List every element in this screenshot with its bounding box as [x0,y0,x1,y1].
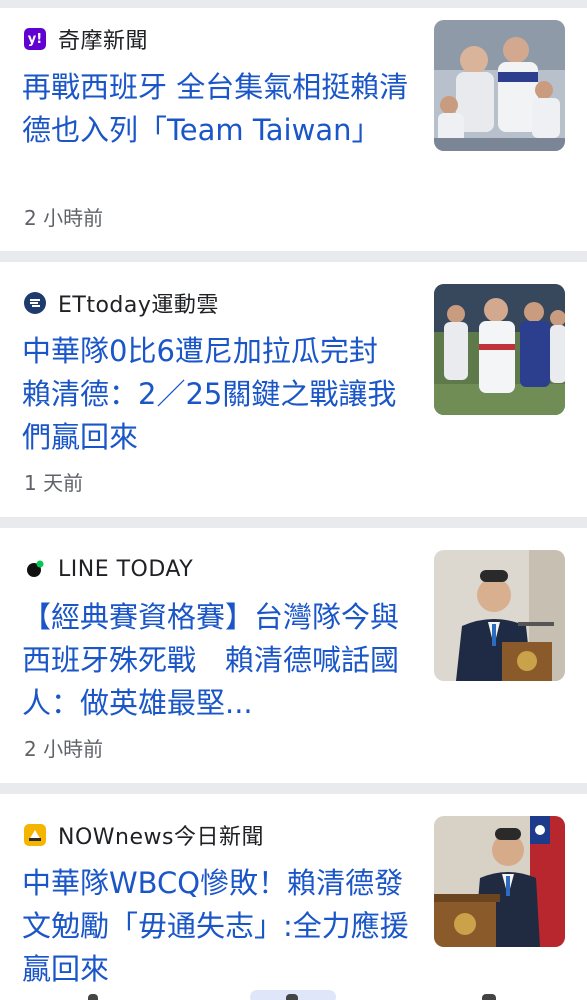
news-source: LINE TODAY [24,554,193,584]
line-today-logo-icon [24,558,46,580]
news-title[interactable]: 中華隊WBCQ慘敗！賴清德發文勉勵「毋通失志」:全力應援贏回來 [22,862,414,991]
news-time: 2 小時前 [24,737,104,761]
news-card[interactable]: y! 奇摩新聞 再戰西班牙 全台集氣相挺賴清德也入列「Team Taiwan」 … [0,8,587,251]
yahoo-logo-icon: y! [24,28,46,50]
news-source-name: LINE TODAY [58,556,194,582]
nav-saved-icon[interactable] [482,994,496,1000]
news-source: y! 奇摩新聞 [24,24,148,54]
news-thumbnail[interactable] [434,816,565,947]
nav-home-icon[interactable] [88,994,98,1000]
news-source: NOWnews今日新聞 [24,820,264,850]
news-source-name: NOWnews今日新聞 [58,825,264,850]
news-thumbnail[interactable] [434,550,565,681]
news-title[interactable]: 【經典賽資格賽】台灣隊今與西班牙殊死戰 賴清德喊話國人：做英雄最堅... [22,596,414,725]
news-card[interactable]: LINE TODAY 【經典賽資格賽】台灣隊今與西班牙殊死戰 賴清德喊話國人：做… [0,528,587,783]
news-source-name: ETtoday運動雲 [58,293,219,318]
news-card[interactable]: NOWnews今日新聞 中華隊WBCQ慘敗！賴清德發文勉勵「毋通失志」:全力應援… [0,794,587,1000]
news-time: 2 小時前 [24,206,104,230]
ettoday-logo-icon [24,292,46,314]
news-source: ETtoday運動雲 [24,288,219,318]
news-title[interactable]: 再戰西班牙 全台集氣相挺賴清德也入列「Team Taiwan」 [22,66,414,195]
news-source-name: 奇摩新聞 [58,29,149,54]
news-card[interactable]: ETtoday運動雲 中華隊0比6遭尼加拉瓜完封 賴清德：2／25關鍵之戰讓我們… [0,262,587,517]
nav-search-icon[interactable] [286,994,298,1000]
news-time: 1 天前 [24,471,84,495]
news-thumbnail[interactable] [434,20,565,151]
news-thumbnail[interactable] [434,284,565,415]
nownews-logo-icon [24,824,46,846]
top-separator [0,0,587,8]
news-title[interactable]: 中華隊0比6遭尼加拉瓜完封 賴清德：2／25關鍵之戰讓我們贏回來 [22,330,414,459]
